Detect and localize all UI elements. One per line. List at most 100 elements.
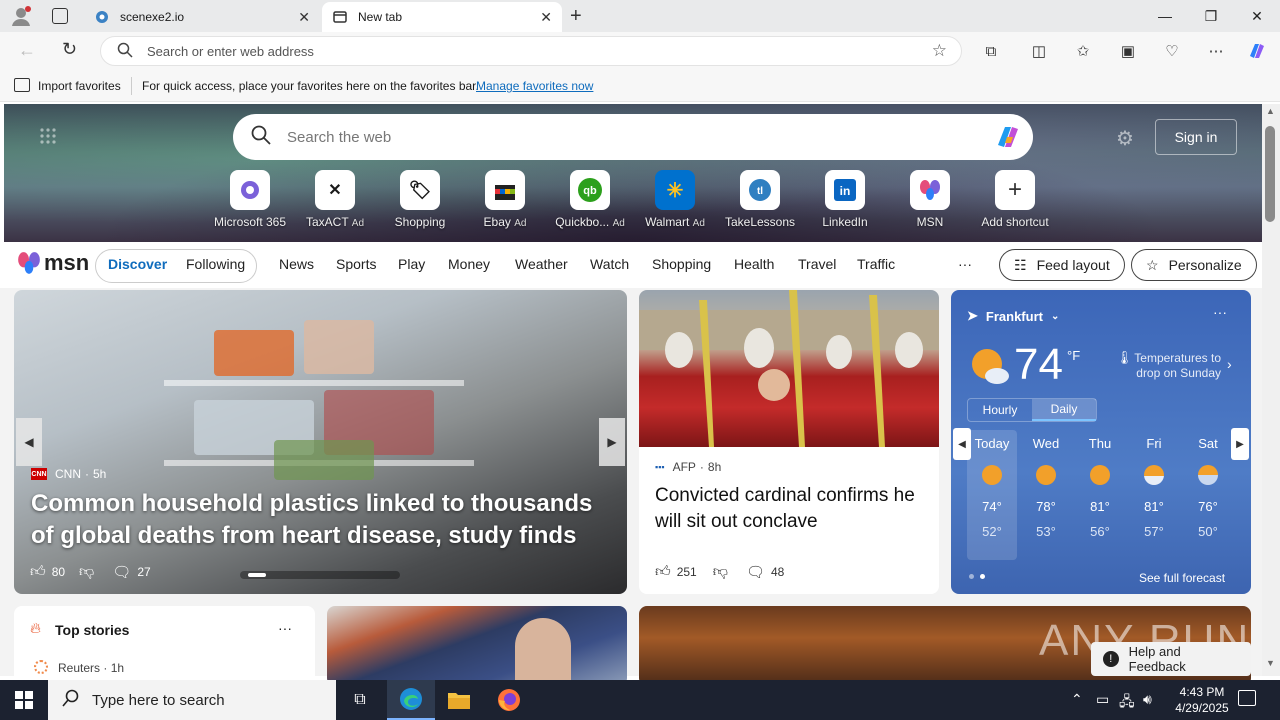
firefox-icon[interactable] xyxy=(485,680,533,720)
settings-more-icon[interactable]: ⋯ xyxy=(1205,40,1227,62)
nav-traffic[interactable]: Traffic xyxy=(857,256,895,272)
minimize-icon[interactable]: — xyxy=(1142,0,1188,32)
page-settings-gear-icon[interactable]: ⚙ xyxy=(1116,126,1134,151)
close-tab-icon[interactable]: ✕ xyxy=(298,9,310,26)
see-full-forecast-link[interactable]: See full forecast xyxy=(1139,571,1225,585)
manage-favorites-link[interactable]: Manage favorites now xyxy=(476,79,593,93)
shortcut-taxact[interactable]: ✕ TaxACT Ad xyxy=(295,170,375,229)
notifications-icon[interactable] xyxy=(1238,690,1256,706)
shortcut-add[interactable]: + Add shortcut xyxy=(975,170,1055,229)
nav-more-icon[interactable]: ··· xyxy=(958,256,972,272)
tab-daily[interactable]: Daily xyxy=(1032,399,1096,421)
restore-icon[interactable]: ❐ xyxy=(1188,0,1234,32)
hero-story-title[interactable]: Common household plastics linked to thou… xyxy=(31,488,611,552)
tab-discover[interactable]: Discover xyxy=(108,256,167,272)
collections-icon[interactable]: ▣ xyxy=(1117,40,1139,62)
tab-actions-icon[interactable] xyxy=(52,8,68,24)
personalize-button[interactable]: ☆ Personalize xyxy=(1131,249,1257,281)
nav-play[interactable]: Play xyxy=(398,256,425,272)
carousel-dots[interactable] xyxy=(240,571,400,579)
copilot-search-icon[interactable] xyxy=(993,123,1023,155)
import-favorites-button[interactable]: Import favorites xyxy=(38,79,121,93)
forecast-day[interactable]: Today 74° 52° xyxy=(967,430,1017,560)
nav-weather[interactable]: Weather xyxy=(515,256,568,272)
weather-card[interactable]: ➤ Frankfurt ⌄ ··· 74 °F 🌡︎ Temperatures … xyxy=(951,290,1251,594)
apps-launcher-icon[interactable] xyxy=(40,128,56,144)
story-title[interactable]: Convicted cardinal confirms he will sit … xyxy=(655,483,925,535)
shortcut-walmart[interactable]: ✳ Walmart Ad xyxy=(635,170,715,229)
edge-browser-icon[interactable] xyxy=(387,680,435,720)
solar-story-card[interactable] xyxy=(327,606,627,686)
tab-hourly[interactable]: Hourly xyxy=(968,399,1032,421)
tab-following[interactable]: Following xyxy=(186,256,245,272)
nav-money[interactable]: Money xyxy=(448,256,490,272)
msn-logo[interactable]: msn xyxy=(16,250,89,276)
taskbar-clock[interactable]: 4:43 PM 4/29/2025 xyxy=(1166,684,1238,716)
location-row[interactable]: ➤ Frankfurt ⌄ xyxy=(967,308,1059,324)
back-icon[interactable]: ← xyxy=(18,40,36,61)
temp-unit[interactable]: °F xyxy=(1067,348,1080,363)
feed-layout-button[interactable]: ☷ Feed layout xyxy=(999,249,1125,281)
forecast-day[interactable]: Sat 76° 50° xyxy=(1183,430,1233,560)
shortcut-ebay[interactable]: Ebay Ad xyxy=(465,170,545,229)
shortcut-quickbooks[interactable]: qb Quickbo... Ad xyxy=(550,170,630,229)
previous-arrow-icon[interactable]: ◀ xyxy=(16,418,42,466)
forecast-day[interactable]: Wed 78° 53° xyxy=(1021,430,1071,560)
alert-chevron-icon[interactable]: › xyxy=(1227,356,1232,372)
nav-shopping[interactable]: Shopping xyxy=(652,256,711,272)
forecast-prev-icon[interactable]: ◀ xyxy=(953,428,971,460)
favorites-icon[interactable]: ✩ xyxy=(1072,40,1094,62)
thumbs-up-icon[interactable]: 👍︎ xyxy=(30,563,46,581)
volume-icon[interactable]: 🔊︎ xyxy=(1143,691,1152,708)
extensions-icon[interactable]: ⧉ xyxy=(980,40,1002,62)
close-tab-icon[interactable]: ✕ xyxy=(540,9,552,26)
scroll-down-icon[interactable]: ▼ xyxy=(1266,658,1275,668)
next-arrow-icon[interactable]: ▶ xyxy=(599,418,625,466)
file-explorer-icon[interactable] xyxy=(435,680,483,720)
comment-icon[interactable]: 🗨 xyxy=(746,563,765,581)
hero-story-card[interactable]: ◀ ▶ CNN CNN · 5h Common household plasti… xyxy=(14,290,627,594)
shortcut-linkedin[interactable]: in LinkedIn xyxy=(805,170,885,229)
help-feedback-button[interactable]: ! Help and Feedback xyxy=(1091,642,1251,676)
address-bar[interactable]: Search or enter web address ☆ xyxy=(100,36,962,66)
copilot-icon[interactable] xyxy=(1246,40,1268,62)
network-icon[interactable]: 🖧︎ xyxy=(1119,691,1135,715)
nav-watch[interactable]: Watch xyxy=(590,256,629,272)
top-stories-title[interactable]: Top stories xyxy=(55,622,129,638)
browser-essentials-icon[interactable]: ♡ xyxy=(1161,40,1183,62)
favorite-star-icon[interactable]: ☆ xyxy=(932,41,947,61)
scrollbar-thumb[interactable] xyxy=(1265,126,1275,222)
sign-in-button[interactable]: Sign in xyxy=(1155,119,1237,155)
task-view-icon[interactable]: ⧉ xyxy=(336,680,384,720)
refresh-icon[interactable]: ↻ xyxy=(62,39,77,60)
shortcut-shopping[interactable]: 🏷 Shopping xyxy=(380,170,460,229)
profile-icon[interactable] xyxy=(10,5,32,27)
web-search-box[interactable]: Search the web xyxy=(233,114,1033,160)
nav-news[interactable]: News xyxy=(279,256,314,272)
weather-page-dots[interactable] xyxy=(969,574,985,579)
shortcut-msn[interactable]: MSN xyxy=(890,170,970,229)
scroll-up-icon[interactable]: ▲ xyxy=(1266,106,1275,116)
top-stories-more-icon[interactable]: ··· xyxy=(278,620,292,636)
nav-health[interactable]: Health xyxy=(734,256,774,272)
nav-sports[interactable]: Sports xyxy=(336,256,376,272)
story-card[interactable]: ▪▪▪ AFP · 8h Convicted cardinal confirms… xyxy=(639,290,939,594)
import-favorites-icon[interactable] xyxy=(14,78,30,92)
shortcut-takelessons[interactable]: tl TakeLessons xyxy=(720,170,800,229)
forecast-day[interactable]: Fri 81° 57° xyxy=(1129,430,1179,560)
nav-travel[interactable]: Travel xyxy=(798,256,836,272)
tab-scenexe[interactable]: scenexe2.io ✕ xyxy=(84,2,320,32)
tab-new-tab[interactable]: New tab ✕ xyxy=(322,2,562,32)
weather-alert[interactable]: Temperatures to drop on Sunday xyxy=(1129,351,1221,381)
weather-more-icon[interactable]: ··· xyxy=(1213,304,1227,320)
split-screen-icon[interactable]: ◫ xyxy=(1028,40,1050,62)
start-button-windows-icon[interactable] xyxy=(0,680,48,720)
thumbs-down-icon[interactable]: 👎︎ xyxy=(79,563,94,581)
tray-chevron-icon[interactable]: ⌃ xyxy=(1071,691,1083,708)
comment-icon[interactable]: 🗨 xyxy=(112,563,131,581)
tray-device-icon[interactable]: ▭ xyxy=(1096,691,1109,708)
video-story-card[interactable]: ANY RUN ! Help and Feedback xyxy=(639,606,1251,686)
close-window-icon[interactable]: ✕ xyxy=(1234,0,1280,32)
new-tab-plus-icon[interactable]: + xyxy=(570,5,582,28)
forecast-day[interactable]: Thu 81° 56° xyxy=(1075,430,1125,560)
